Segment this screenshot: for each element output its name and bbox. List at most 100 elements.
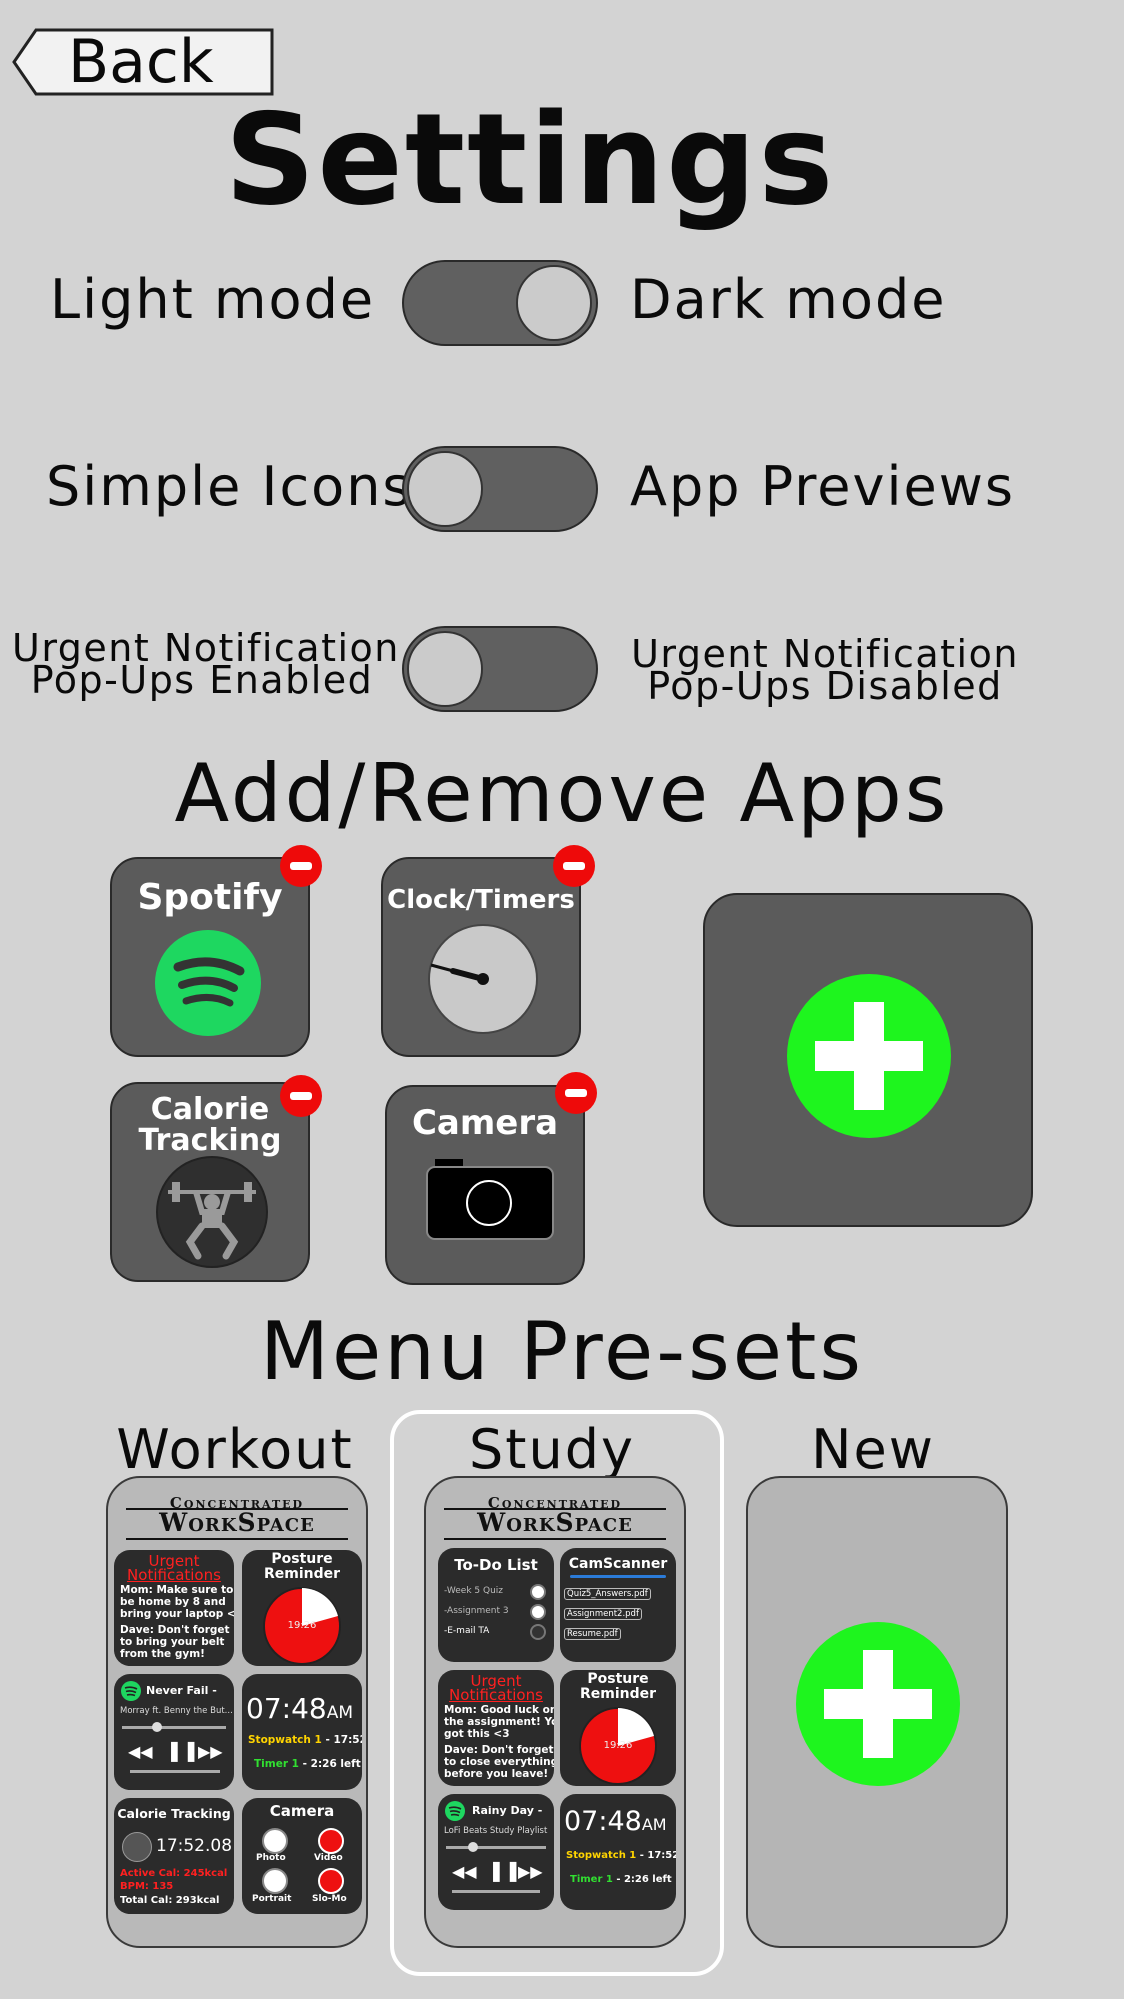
brand-line-2: WorkSpace bbox=[477, 1508, 633, 1537]
label-line: Pop-Ups Disabled bbox=[647, 664, 1003, 708]
photo-mode-button[interactable] bbox=[262, 1828, 288, 1854]
video-mode-button[interactable] bbox=[318, 1828, 344, 1854]
calorie-widget[interactable]: Calorie Tracking 17:52.08 Active Cal: 24… bbox=[114, 1798, 234, 1914]
label-line: Pop-Ups Enabled bbox=[30, 658, 374, 702]
message-line: Mom: Make sure to bbox=[120, 1584, 234, 1596]
spotify-icon bbox=[121, 1681, 141, 1701]
total-calories: Total Cal: 293kcal bbox=[120, 1895, 220, 1906]
prev-icon[interactable]: ◀◀ bbox=[128, 1742, 153, 1761]
message-line: from the gym! bbox=[120, 1648, 205, 1660]
clock-ampm: AM bbox=[641, 1815, 667, 1834]
message-line: bring your laptop <3 bbox=[120, 1608, 234, 1620]
slomo-mode-button[interactable] bbox=[318, 1868, 344, 1894]
posture-widget[interactable]: Posture Reminder 19:26 bbox=[560, 1670, 676, 1786]
widget-title: Calorie Tracking bbox=[117, 1806, 231, 1821]
title-line: Reminder bbox=[579, 1686, 657, 1702]
timer-row: Timer 1 - 2:26 left bbox=[254, 1758, 361, 1770]
remove-clock-button[interactable] bbox=[553, 845, 595, 887]
file-item[interactable]: Resume.pdf bbox=[564, 1628, 621, 1640]
remove-spotify-button[interactable] bbox=[280, 845, 322, 887]
app-name: Camera bbox=[411, 1103, 559, 1143]
widget-title: Notifications bbox=[449, 1686, 543, 1704]
todo-checkbox[interactable] bbox=[530, 1584, 546, 1600]
progress-bar[interactable] bbox=[446, 1846, 546, 1849]
camscanner-widget[interactable]: CamScanner Quiz5_Answers.pdf Assignment2… bbox=[560, 1548, 676, 1662]
progress-bar[interactable] bbox=[122, 1726, 226, 1729]
todo-checkbox[interactable] bbox=[530, 1624, 546, 1640]
file-item[interactable]: Assignment2.pdf bbox=[564, 1608, 642, 1620]
weightlifter-icon bbox=[122, 1832, 152, 1862]
title-line: Posture bbox=[271, 1551, 333, 1567]
widget-title: Notifications bbox=[127, 1566, 221, 1584]
preset-label-new: New bbox=[811, 1418, 935, 1481]
message-line: the assignment! You bbox=[444, 1716, 554, 1728]
dark-mode-label: Dark mode bbox=[630, 268, 947, 331]
message-1: Mom: Good luck on the assignment! You go… bbox=[444, 1704, 554, 1740]
app-tile-camera[interactable]: Camera bbox=[385, 1085, 585, 1285]
toggle-knob bbox=[407, 451, 483, 527]
clock-ampm: AM bbox=[326, 1703, 353, 1723]
message-2: Dave: Don't forget to bring your belt fr… bbox=[120, 1624, 230, 1660]
message-line: Mom: Good luck on bbox=[444, 1704, 554, 1716]
spotify-icon bbox=[155, 930, 261, 1036]
stopwatch-label: Stopwatch 1 bbox=[248, 1734, 322, 1746]
next-icon[interactable]: ▶▶ bbox=[198, 1742, 223, 1761]
progress-handle[interactable] bbox=[468, 1842, 478, 1852]
progress-handle[interactable] bbox=[152, 1722, 162, 1732]
preset-workout[interactable]: Concentrated WorkSpace Urgent Notificati… bbox=[106, 1476, 368, 1948]
next-icon[interactable]: ▶▶ bbox=[518, 1862, 543, 1881]
preset-study[interactable]: Concentrated WorkSpace To-Do List -Week … bbox=[424, 1476, 686, 1948]
app-tile-spotify[interactable]: Spotify bbox=[110, 857, 310, 1057]
app-previews-label: App Previews bbox=[630, 455, 1015, 518]
active-calories: Active Cal: 245kcal bbox=[120, 1868, 228, 1879]
timer-label: Timer 1 bbox=[254, 1758, 299, 1770]
icon-style-toggle[interactable] bbox=[402, 446, 598, 532]
posture-widget[interactable]: Posture Reminder 19:26 bbox=[242, 1550, 362, 1666]
theme-toggle[interactable] bbox=[402, 260, 598, 346]
prev-icon[interactable]: ◀◀ bbox=[452, 1862, 477, 1881]
message-1: Mom: Make sure to be home by 8 and bring… bbox=[120, 1584, 234, 1620]
stopwatch-value: - 17:52 bbox=[639, 1850, 676, 1861]
track-title: Never Fail - bbox=[146, 1684, 217, 1697]
apps-section-title: Add/Remove Apps bbox=[174, 747, 950, 840]
music-widget[interactable]: Rainy Day - LoFi Beats Study Playlist ◀◀… bbox=[438, 1794, 554, 1910]
file-item[interactable]: Quiz5_Answers.pdf bbox=[564, 1588, 651, 1600]
music-widget[interactable]: Never Fail - Morray ft. Benny the But...… bbox=[114, 1674, 234, 1790]
posture-time: 19:26 bbox=[603, 1740, 633, 1751]
remove-camera-button[interactable] bbox=[555, 1072, 597, 1114]
title-line: Posture bbox=[587, 1671, 649, 1687]
mode-label: Portrait bbox=[252, 1894, 292, 1904]
preset-new[interactable] bbox=[746, 1476, 1008, 1948]
notifications-widget[interactable]: Urgent Notifications Mom: Good luck on t… bbox=[438, 1670, 554, 1786]
volume-bar[interactable] bbox=[452, 1890, 540, 1893]
app-name: Spotify bbox=[137, 877, 283, 918]
mode-label: Photo bbox=[256, 1853, 286, 1863]
mode-label: Video bbox=[314, 1853, 343, 1863]
clock-icon bbox=[428, 924, 538, 1034]
clock-widget[interactable]: 07:48AM Stopwatch 1 - 17:52 Timer 1 - 2:… bbox=[560, 1794, 676, 1910]
title-underline bbox=[570, 1575, 666, 1578]
stopwatch-value: - 17:52 bbox=[325, 1734, 362, 1746]
plus-icon bbox=[796, 1622, 960, 1786]
todo-item: -E-mail TA bbox=[444, 1626, 490, 1636]
volume-bar[interactable] bbox=[130, 1770, 220, 1773]
widget-title: To-Do List bbox=[454, 1556, 538, 1574]
app-tile-calorie-tracking[interactable]: Calorie Tracking bbox=[110, 1082, 310, 1282]
remove-calorie-button[interactable] bbox=[280, 1075, 322, 1117]
pause-icon[interactable]: ❚❚ bbox=[488, 1858, 522, 1882]
notifications-widget[interactable]: Urgent Notifications Mom: Make sure to b… bbox=[114, 1550, 234, 1666]
app-tile-clock[interactable]: Clock/Timers bbox=[381, 857, 581, 1057]
camera-widget[interactable]: Camera Photo Video Portrait Slo-Mo bbox=[242, 1798, 362, 1914]
preset-label-workout: Workout bbox=[116, 1418, 354, 1481]
app-name-line: Tracking bbox=[138, 1123, 282, 1158]
todo-checkbox[interactable] bbox=[530, 1604, 546, 1620]
pause-icon[interactable]: ❚❚ bbox=[166, 1738, 200, 1762]
simple-icons-label: Simple Icons bbox=[46, 455, 413, 518]
portrait-mode-button[interactable] bbox=[262, 1868, 288, 1894]
widget-title: Posture Reminder bbox=[242, 1552, 362, 1582]
clock-widget[interactable]: 07:48AM Stopwatch 1 - 17:52 Timer 1 - 2:… bbox=[242, 1674, 362, 1790]
popups-toggle[interactable] bbox=[402, 626, 598, 712]
todo-widget[interactable]: To-Do List -Week 5 Quiz -Assignment 3 -E… bbox=[438, 1548, 554, 1662]
add-app-button[interactable] bbox=[703, 893, 1033, 1227]
todo-item: -Week 5 Quiz bbox=[444, 1586, 504, 1596]
